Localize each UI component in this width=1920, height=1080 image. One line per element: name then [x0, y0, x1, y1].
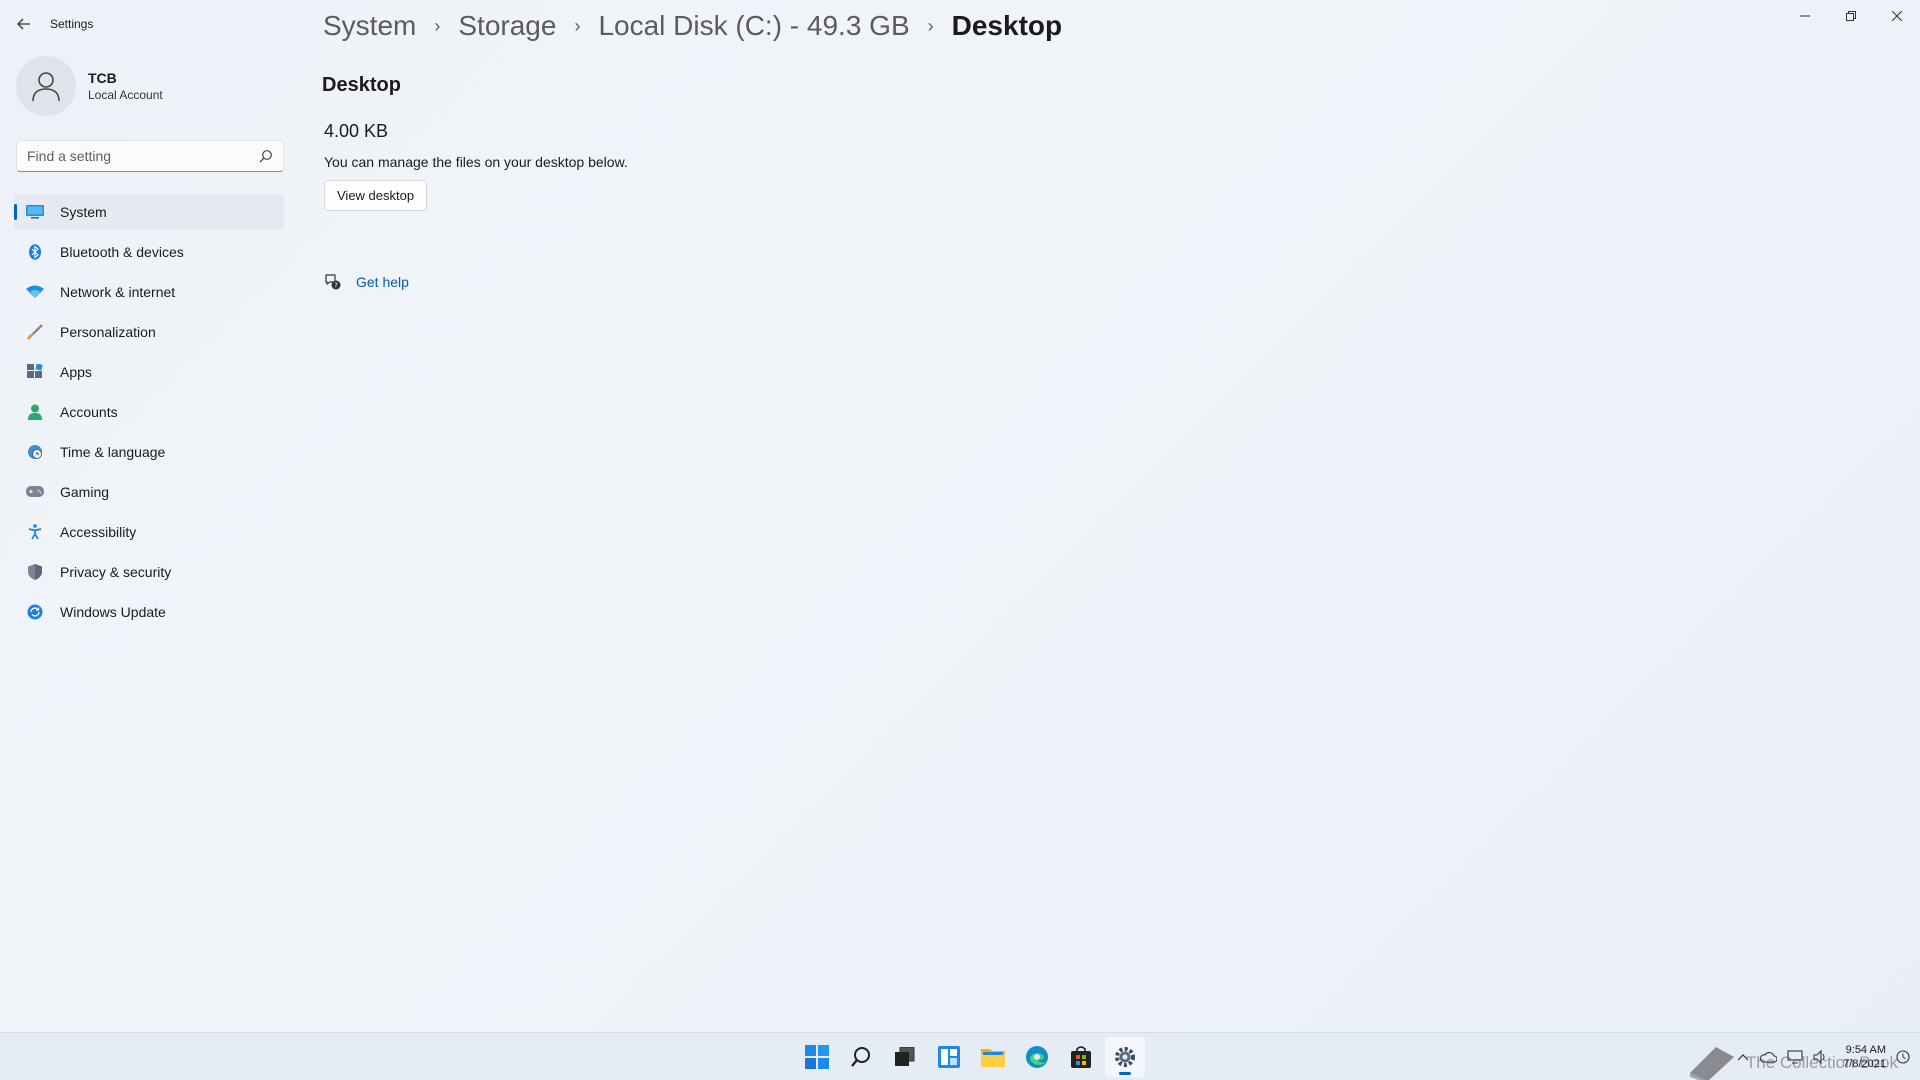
profile-name: TCB: [88, 70, 117, 86]
nav-item-label: System: [60, 204, 107, 220]
widgets-button[interactable]: [929, 1037, 969, 1077]
chevron-right-icon: ›: [574, 15, 581, 36]
nav-item-personalization[interactable]: Personalization: [14, 314, 284, 350]
search-icon: [851, 1047, 870, 1067]
start-icon: [805, 1045, 829, 1069]
back-button[interactable]: [10, 10, 38, 38]
nav-item-gaming[interactable]: Gaming: [14, 474, 284, 510]
edge-icon: [1026, 1046, 1048, 1068]
clock-date: 7/8/2021: [1843, 1058, 1886, 1070]
breadcrumb-system[interactable]: System: [323, 10, 416, 42]
store-icon: [1071, 1046, 1091, 1068]
nav-item-label: Time & language: [60, 444, 166, 460]
system-tray: 9:54 AM 7/8/2021: [1727, 1033, 1910, 1080]
profile-account-type: Local Account: [88, 88, 163, 102]
apps-icon: [26, 363, 44, 381]
nav-item-label: Windows Update: [60, 604, 166, 620]
nav-item-label: Accessibility: [60, 524, 137, 540]
breadcrumb-storage[interactable]: Storage: [458, 10, 556, 42]
taskbar-apps: [795, 1033, 1147, 1080]
onedrive-button[interactable]: [1759, 1051, 1778, 1063]
avatar: [16, 56, 76, 116]
speaker-icon: [1813, 1050, 1825, 1064]
clock-time: 9:54 AM: [1845, 1044, 1886, 1056]
search-input[interactable]: [27, 148, 259, 164]
update-icon: [26, 603, 44, 621]
task-view-icon: [895, 1047, 915, 1066]
widgets-icon: [938, 1046, 960, 1068]
edge-button[interactable]: [1017, 1037, 1057, 1077]
settings-icon: [1115, 1047, 1135, 1067]
nav-item-windows-update[interactable]: Windows Update: [14, 594, 284, 630]
globe-clock-icon: [26, 443, 44, 461]
brush-icon: [26, 323, 44, 341]
chevron-up-icon: [1737, 1054, 1749, 1061]
nav-item-accessibility[interactable]: Accessibility: [14, 514, 284, 550]
help-chat-icon: ?: [325, 274, 341, 290]
page-title: Desktop: [951, 10, 1063, 41]
nav-item-label: Bluetooth & devices: [60, 244, 184, 260]
store-button[interactable]: [1061, 1037, 1101, 1077]
start-button[interactable]: [797, 1037, 837, 1077]
search-box[interactable]: [16, 140, 284, 172]
close-icon: [1892, 11, 1902, 21]
view-desktop-button[interactable]: View desktop: [324, 180, 428, 211]
cloud-icon: [1760, 1052, 1778, 1063]
file-explorer-icon: [981, 1049, 1005, 1067]
person-avatar-icon: [32, 72, 60, 102]
nav-list: System Bluetooth & devices Network & int…: [14, 194, 284, 634]
taskbar-clock[interactable]: 9:54 AM 7/8/2021: [1843, 1043, 1886, 1071]
sidebar: TCB Local Account System Bluetooth & dev…: [0, 48, 300, 1028]
nav-item-label: Network & internet: [60, 284, 176, 300]
get-help-link[interactable]: ? Get help: [324, 273, 409, 291]
svg-text:?: ?: [334, 282, 338, 290]
user-profile[interactable]: TCB Local Account: [16, 56, 163, 116]
nav-item-bluetooth[interactable]: Bluetooth & devices: [14, 234, 284, 270]
nav-item-label: Accounts: [60, 404, 118, 420]
bluetooth-icon: [26, 243, 44, 261]
nav-item-label: Apps: [60, 364, 92, 380]
section-title: Desktop: [322, 74, 401, 96]
network-tray-button[interactable]: [1787, 1050, 1803, 1064]
nav-item-label: Privacy & security: [60, 564, 172, 580]
accessibility-icon: [26, 523, 44, 541]
monitor-network-icon: [1787, 1050, 1803, 1064]
notification-clock-icon: [1896, 1050, 1910, 1064]
notifications-button[interactable]: [1896, 1050, 1910, 1064]
nav-item-time-language[interactable]: Time & language: [14, 434, 284, 470]
nav-item-label: Gaming: [60, 484, 110, 500]
wifi-icon: [26, 283, 44, 301]
shield-icon: [26, 563, 44, 581]
tray-overflow-button[interactable]: [1737, 1053, 1749, 1061]
nav-item-label: Personalization: [60, 324, 156, 340]
system-icon: [26, 203, 44, 221]
close-button[interactable]: [1874, 0, 1920, 32]
nav-item-apps[interactable]: Apps: [14, 354, 284, 390]
breadcrumb-local-disk[interactable]: Local Disk (C:) - 49.3 GB: [598, 10, 909, 42]
nav-item-network[interactable]: Network & internet: [14, 274, 284, 310]
chevron-right-icon: ›: [927, 15, 934, 36]
volume-button[interactable]: [1813, 1050, 1829, 1064]
file-explorer-button[interactable]: [973, 1037, 1013, 1077]
taskbar: The Collection Book 9:54 AM 7/8/2021: [0, 1032, 1920, 1080]
taskbar-search-button[interactable]: [841, 1037, 881, 1077]
search-icon: [259, 149, 273, 163]
person-icon: [26, 403, 44, 421]
desktop-size: 4.00 KB: [324, 121, 389, 141]
back-arrow-icon: [17, 18, 30, 30]
app-title: Settings: [50, 17, 94, 31]
get-help-label: Get help: [356, 274, 409, 290]
nav-item-accounts[interactable]: Accounts: [14, 394, 284, 430]
main-content: System › Storage › Local Disk (C:) - 49.…: [320, 0, 1880, 1020]
description-text: You can manage the files on your desktop…: [324, 154, 628, 170]
chevron-right-icon: ›: [434, 15, 441, 36]
gamepad-icon: [26, 483, 44, 501]
settings-button[interactable]: [1105, 1037, 1145, 1077]
task-view-button[interactable]: [885, 1037, 925, 1077]
breadcrumb: System › Storage › Local Disk (C:) - 49.…: [323, 10, 1062, 42]
nav-item-privacy-security[interactable]: Privacy & security: [14, 554, 284, 590]
nav-item-system[interactable]: System: [14, 194, 284, 230]
